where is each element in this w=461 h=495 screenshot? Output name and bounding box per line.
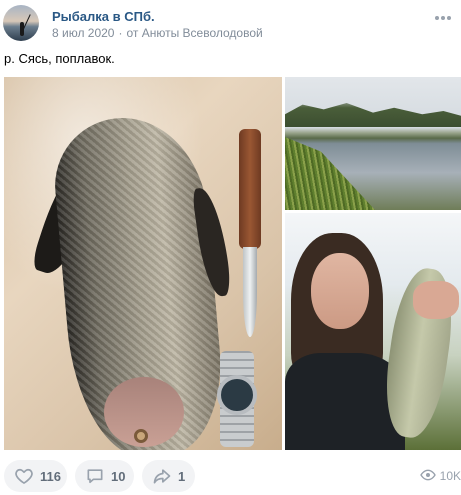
post-header: Рыбалка в СПб. 8 июл 2020 · от Анюты Всево… <box>0 0 461 45</box>
person-face <box>311 253 369 329</box>
knife-blade <box>243 247 257 337</box>
meta-separator: · <box>118 26 123 40</box>
views-counter: 10K <box>419 460 461 492</box>
post-actions: 116 10 1 10K <box>0 460 461 492</box>
author-credit[interactable]: от Анюты Всеволодовой <box>126 26 262 40</box>
share-count: 1 <box>178 468 186 484</box>
like-count: 116 <box>40 468 61 484</box>
avatar-figure <box>20 22 24 36</box>
comment-count: 10 <box>111 468 126 484</box>
heart-icon <box>14 466 34 486</box>
photo-river-landscape[interactable] <box>285 77 461 210</box>
share-icon <box>152 466 172 486</box>
eye-icon <box>419 467 436 486</box>
comment-icon <box>85 466 105 486</box>
person-hand <box>413 281 459 319</box>
photo-woman-with-fish[interactable] <box>285 213 461 450</box>
post-text: р. Сясь, поплавок. <box>4 51 115 66</box>
views-count: 10K <box>439 469 461 483</box>
avatar-rod <box>23 14 31 30</box>
post-date[interactable]: 8 июл 2020 <box>52 26 114 40</box>
wristwatch-face <box>217 375 257 415</box>
treeline <box>285 103 461 127</box>
fish-eye <box>134 429 148 443</box>
riverbank-reeds <box>285 137 375 210</box>
more-dots-icon[interactable] <box>435 16 451 20</box>
knife-handle <box>239 129 261 249</box>
comment-button[interactable]: 10 <box>75 460 134 492</box>
share-button[interactable]: 1 <box>142 460 195 492</box>
like-button[interactable]: 116 <box>4 460 67 492</box>
photo-fish-on-table[interactable] <box>4 77 282 450</box>
post-meta: 8 июл 2020 · от Анюты Всеволодовой <box>52 26 263 40</box>
group-name-link[interactable]: Рыбалка в СПб. <box>52 9 155 24</box>
group-avatar[interactable] <box>3 5 39 41</box>
